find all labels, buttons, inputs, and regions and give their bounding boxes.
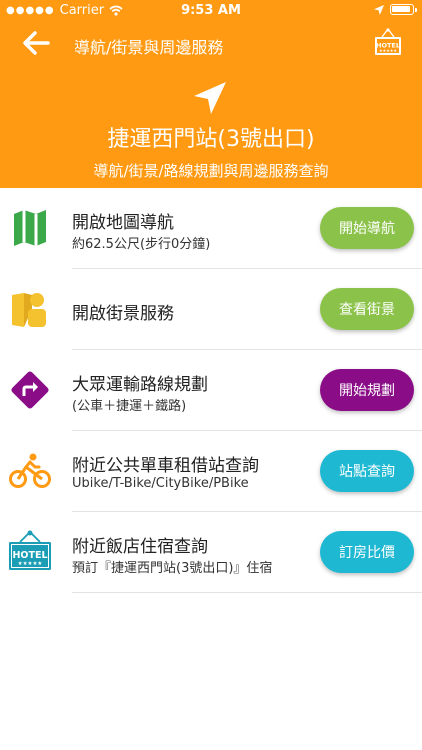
list-item-map-navigation: 開啟地圖導航 約62.5公尺(步行0分鐘) 開始導航	[14, 188, 422, 269]
hotel-icon-text: HOTEL	[12, 550, 47, 561]
station-title: 捷運西門站(3號出口)	[107, 127, 315, 152]
item-title: 附近公共單車租借站查詢	[72, 456, 259, 476]
service-list: 開啟地圖導航 約62.5公尺(步行0分鐘) 開始導航 開啟街景服務 查看街景 大…	[0, 188, 422, 593]
battery-icon	[390, 4, 417, 15]
nav-title: 導航/街景與周邊服務	[74, 38, 224, 57]
directions-icon	[11, 371, 49, 409]
navigation-arrow-icon	[194, 82, 226, 114]
item-title: 開啟地圖導航	[72, 213, 174, 233]
view-street-button[interactable]: 查看街景	[320, 288, 414, 330]
hotel-sign-stars: ★★★★★	[379, 48, 397, 53]
item-title: 大眾運輸路線規劃	[72, 375, 208, 395]
bike-icon	[9, 453, 51, 488]
hotel-icon-stars: ★★★★★	[18, 561, 43, 567]
street-view-icon	[12, 293, 46, 327]
item-title: 附近飯店住宿查詢	[72, 537, 208, 557]
item-subtitle: (公車＋捷運＋鐵路)	[72, 399, 187, 414]
back-arrow-icon	[23, 31, 50, 55]
hotel-sign-icon: HOTEL ★★★★★	[375, 28, 401, 55]
list-item-street-view: 開啟街景服務 查看街景	[12, 269, 422, 350]
list-item-hotel: HOTEL ★★★★★ 附近飯店住宿查詢 預訂『捷運西門站(3號出口)』住宿 訂…	[9, 512, 422, 593]
start-navigation-button[interactable]: 開始導航	[320, 207, 414, 249]
location-icon	[374, 4, 384, 15]
map-icon	[14, 210, 46, 246]
list-item-transit-planning: 大眾運輸路線規劃 (公車＋捷運＋鐵路) 開始規劃	[11, 350, 422, 431]
item-subtitle: 約62.5公尺(步行0分鐘)	[72, 237, 211, 252]
back-button[interactable]	[20, 28, 54, 58]
status-bar: ●●●●● Carrier 9:53 AM	[0, 0, 422, 22]
book-hotel-button[interactable]: 訂房比價	[320, 531, 414, 573]
station-subtitle: 導航/街景/路線規劃與周邊服務查詢	[93, 162, 329, 180]
start-planning-button[interactable]: 開始規劃	[320, 369, 414, 411]
list-item-bike-stations: 附近公共單車租借站查詢 Ubike/T-Bike/CityBike/PBike …	[9, 431, 422, 512]
item-subtitle: Ubike/T-Bike/CityBike/PBike	[72, 476, 249, 491]
hotel-button[interactable]: HOTEL ★★★★★	[374, 28, 402, 58]
nav-bar: 導航/街景與周邊服務 HOTEL ★★★★★	[0, 26, 422, 62]
clock: 9:53 AM	[181, 3, 241, 18]
item-subtitle: 預訂『捷運西門站(3號出口)』住宿	[72, 561, 273, 576]
item-title: 開啟街景服務	[72, 304, 174, 324]
hotel-icon: HOTEL ★★★★★	[9, 530, 51, 570]
header: ●●●●● Carrier 9:53 AM 導航/街景與周邊服務 HOTEL ★…	[0, 0, 422, 188]
station-query-button[interactable]: 站點查詢	[320, 450, 414, 492]
